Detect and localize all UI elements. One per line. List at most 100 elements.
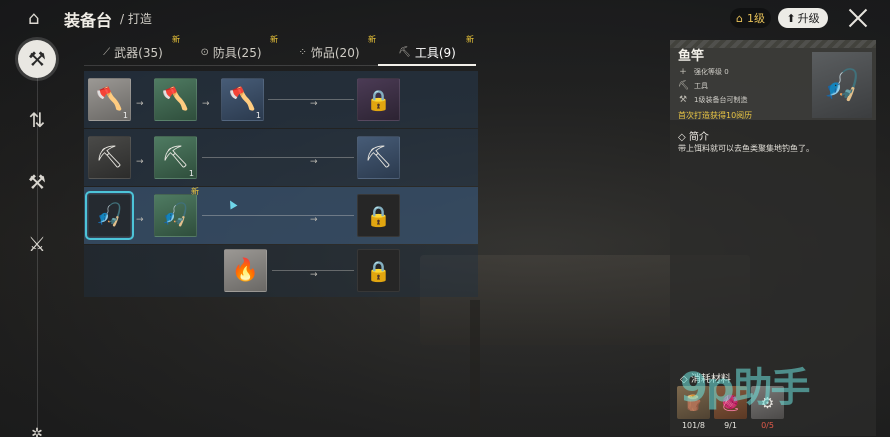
level-badge: ⌂ 1级	[730, 8, 771, 28]
lock-icon: 🔒	[366, 203, 391, 228]
item-slot[interactable]: 🎣 新	[154, 187, 199, 237]
fiber-icon: 🧶	[721, 393, 740, 412]
nav-upgrade-button[interactable]: ⇅	[18, 101, 56, 139]
item-count: 1	[255, 111, 261, 120]
item-slot[interactable]: 🪓	[154, 78, 197, 121]
axe-icon: 🪓	[228, 87, 257, 112]
crossed-swords-icon: ⚔	[28, 232, 46, 256]
armor-icon: ⊙	[200, 47, 209, 58]
axe-icon: 🪓	[95, 87, 124, 112]
arrow-icon: →	[310, 215, 318, 225]
tab-weapons[interactable]: ⟋ 武器(35) 新	[84, 35, 182, 66]
background-post	[470, 300, 480, 437]
snow-icon: ✲	[31, 426, 43, 437]
arrows-up-icon: ⇅	[28, 108, 46, 132]
material-count: 0/5	[761, 421, 774, 430]
intro-text: 带上饵料就可以去鱼类聚集地钓鱼了。	[678, 144, 814, 153]
fishing-rod-icon: 🎣	[823, 67, 861, 103]
pickaxe-icon: ⛏	[161, 145, 190, 170]
up-arrow-icon: ⬆	[786, 11, 796, 25]
upgrade-label: 升级	[797, 12, 820, 25]
item-detail-panel: 鱼竿 🎣 + 强化等级 0 ⛏ 工具 ⚒ 1级装备台可制造 首次打造获得10阅历…	[670, 40, 876, 436]
lock-icon: 🔒	[366, 87, 391, 112]
new-badge: 新	[270, 35, 278, 44]
first-craft-reward: 首次打造获得10阅历	[678, 111, 753, 120]
material-slot[interactable]: 🪵	[677, 386, 710, 419]
item-slot[interactable]: ⛏ 1	[154, 136, 197, 179]
item-slot-selected[interactable]: 🎣	[85, 191, 134, 240]
arrow-icon: →	[136, 99, 144, 109]
recipe-row[interactable]: ⛏ → ⛏ 1 → ⛏	[84, 129, 478, 186]
tab-accessories[interactable]: ⁘ 饰品(20) 新	[280, 35, 378, 66]
pickaxe-icon: ⛏	[364, 145, 393, 170]
locked-slot[interactable]: 🔒	[357, 194, 400, 237]
nav-repair-button[interactable]: ⚒	[18, 163, 56, 201]
stat-enhance: + 强化等级 0	[678, 67, 728, 77]
arrow-icon: →	[310, 270, 318, 280]
upgrade-button[interactable]: ⬆ 升级	[778, 8, 828, 28]
stat-requirement: ⚒ 1级装备台可制造	[678, 95, 748, 105]
page-title: 装备台	[64, 11, 113, 30]
nav-weapons-button[interactable]: ⚔	[18, 225, 56, 263]
nav-bottom-button[interactable]: ✲	[18, 415, 56, 437]
new-badge: 新	[466, 35, 474, 44]
tab-label: 防具(25)	[212, 46, 262, 60]
item-slot[interactable]: 🪓 1	[221, 78, 264, 121]
metal-icon: ⚙	[760, 393, 775, 412]
tab-tools[interactable]: ⛏ 工具(9) 新	[378, 35, 476, 66]
pickaxe-icon: ⛏	[95, 145, 124, 170]
connector-line	[202, 157, 354, 158]
recipe-list: 🪓 1 → 🪓 → 🪓 1 → 🔒 ⛏ → ⛏ 1 → ⛏ 🎣 → 🎣 新 → …	[84, 71, 478, 297]
fishing-rod-icon: 🎣	[95, 203, 124, 228]
tab-label: 工具(9)	[414, 45, 456, 60]
item-count: 1	[188, 169, 194, 178]
material-slot[interactable]: ⚙	[751, 386, 784, 419]
arrow-icon: →	[310, 99, 318, 109]
tool-icon: ⛏	[678, 81, 690, 91]
sword-icon: ⟋	[103, 47, 111, 58]
intro-title: ◇ 简介	[678, 132, 709, 143]
locked-slot[interactable]: 🔒	[357, 78, 400, 121]
nav-anvil-button[interactable]: ⚒	[18, 40, 56, 78]
item-slot[interactable]: 🪓 1	[88, 78, 131, 121]
tab-label: 武器(35)	[114, 46, 163, 60]
new-badge: 新	[191, 187, 199, 196]
item-slot[interactable]: 🔥	[224, 249, 267, 292]
left-rail: ⚒ ⇅ ⚒ ⚔ ✲	[0, 0, 76, 437]
recipe-row-selected[interactable]: 🎣 → 🎣 新 → 🔒	[84, 187, 478, 244]
locked-slot[interactable]: 🔒	[357, 249, 400, 292]
new-badge: 新	[172, 35, 180, 44]
workbench-icon: ⌂	[28, 8, 40, 29]
plus-icon: +	[679, 67, 687, 77]
level-text: 1级	[746, 12, 765, 25]
connector-line	[202, 215, 354, 216]
axe-icon: 🪓	[161, 87, 190, 112]
workbench-level-icon: ⌂	[736, 11, 743, 25]
item-name: 鱼竿	[678, 49, 705, 64]
tool-icon: ⛏	[398, 46, 411, 58]
stat-text: 工具	[694, 82, 708, 90]
item-slot[interactable]: ⛏	[357, 136, 400, 179]
recipe-row[interactable]: 🪓 1 → 🪓 → 🪓 1 → 🔒	[84, 71, 478, 128]
fishing-rod-icon: 🎣	[161, 203, 190, 228]
stat-text: 1级装备台可制造	[694, 96, 748, 104]
torch-icon: 🔥	[231, 258, 260, 283]
material-slot[interactable]: 🧶	[714, 386, 747, 419]
accessory-icon: ⁘	[298, 47, 307, 58]
wood-icon: 🪵	[684, 393, 703, 412]
hammer-icon: ⚒	[678, 95, 688, 105]
arrow-icon: →	[310, 157, 318, 167]
category-tabs: ⟋ 武器(35) 新 ⊙ 防具(25) 新 ⁘ 饰品(20) 新 ⛏ 工具(9)…	[84, 35, 476, 66]
materials-title: ◇ 消耗材料	[680, 374, 731, 385]
recipe-row[interactable]: 🔥 → 🔒	[84, 245, 478, 297]
arrow-icon: →	[136, 215, 144, 225]
item-slot[interactable]: ⛏	[88, 136, 131, 179]
close-icon[interactable]	[846, 6, 870, 30]
material-count: 101/8	[681, 421, 706, 430]
tab-label: 饰品(20)	[310, 46, 360, 60]
item-count: 1	[122, 111, 128, 120]
anvil-icon: ⚒	[28, 47, 46, 71]
material-count: 9/1	[724, 421, 737, 430]
tab-armor[interactable]: ⊙ 防具(25) 新	[182, 35, 280, 66]
arrow-icon: →	[136, 157, 144, 167]
